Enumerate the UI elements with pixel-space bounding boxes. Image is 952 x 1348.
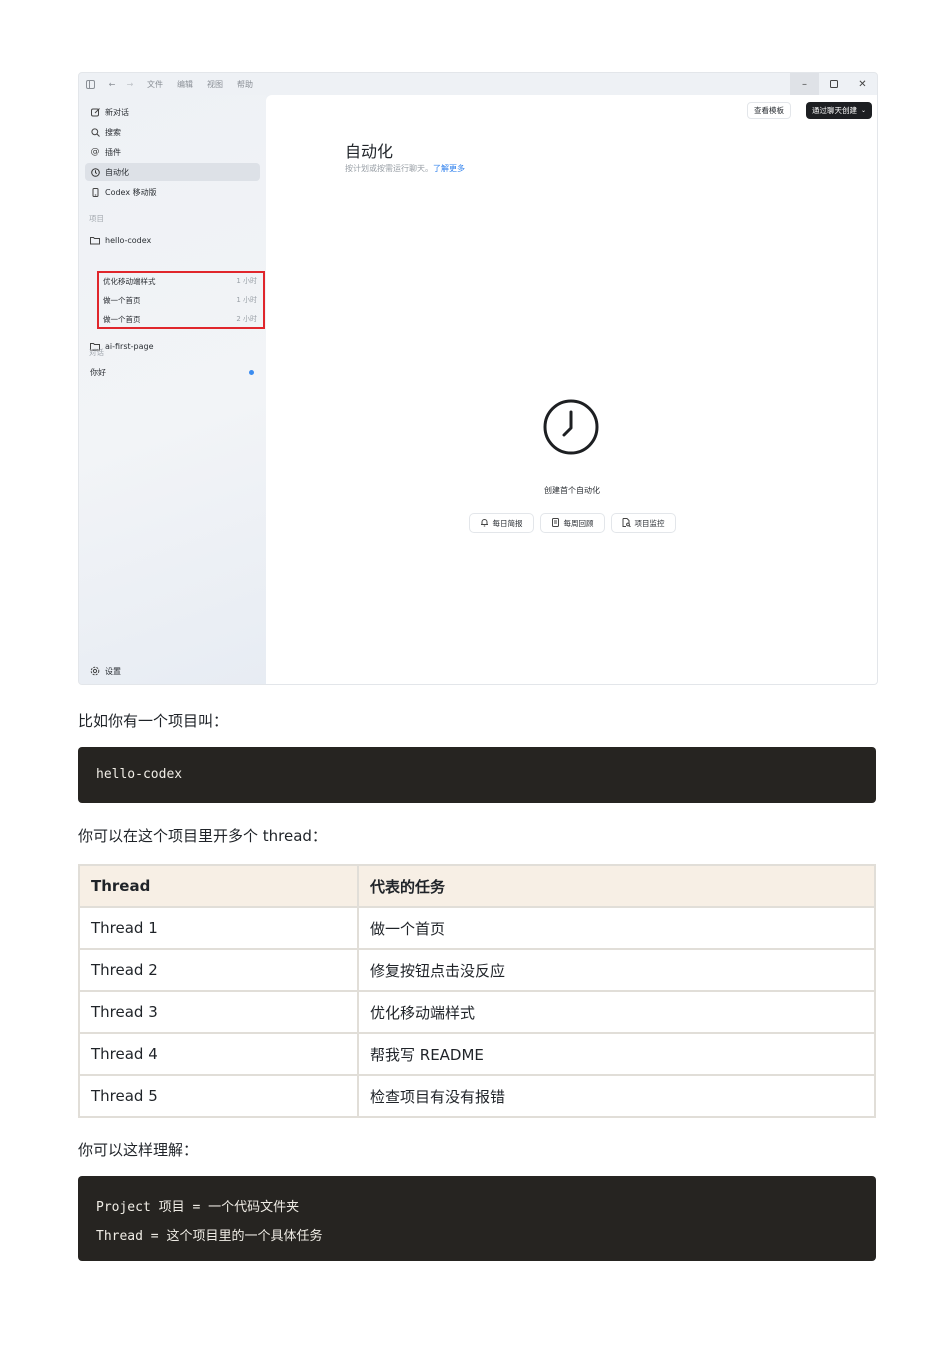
chip-daily-brief[interactable]: 每日简报 [468,513,534,533]
sidebar-item-label: 插件 [105,147,121,157]
main-panel: 查看模板 通过聊天创建 ⌄ 自动化 按计划或按需运行聊天。了解更多 创建首个自动… [266,95,877,684]
table-row: Thread 2 修复按钮点击没反应 [78,948,876,992]
chevron-down-icon: ⌄ [860,107,866,114]
table-row: Thread 3 优化移动端样式 [78,990,876,1034]
chip-weekly-review[interactable]: 每周回顾 [539,513,605,533]
chip-label: 每周回顾 [563,518,594,528]
chip-label: 每日简报 [492,518,523,528]
sidebar-item-search[interactable]: 搜索 [85,123,260,141]
page-subtitle: 按计划或按需运行聊天。了解更多 [345,163,465,174]
table-cell: 优化移动端样式 [357,990,876,1034]
chats-section-label: 对话 [89,348,104,357]
learn-more-link[interactable]: 了解更多 [433,164,465,173]
highlight-box [97,271,265,329]
table-cell: 检查项目有没有报错 [357,1074,876,1118]
sidebar-item-automation[interactable]: 自动化 [85,163,260,181]
table-cell: Thread 2 [78,948,359,992]
code-line: Thread = 这个项目里的一个具体任务 [96,1229,323,1244]
table-header-row: Thread 代表的任务 [78,864,876,908]
edit-icon [90,107,100,117]
project-label: hello-codex [105,235,152,245]
sidebar-item-new-chat[interactable]: 新对话 [85,103,260,121]
empty-state-label: 创建首个自动化 [544,486,600,495]
project-label: ai-first-page [105,341,154,351]
table-header-cell: 代表的任务 [357,864,876,908]
code-line: Project 项目 = 一个代码文件夹 [96,1200,300,1215]
clock-icon [90,167,100,177]
table-cell: Thread 1 [78,906,359,950]
sidebar-item-plugins[interactable]: @ 插件 [85,143,260,161]
unread-dot-icon [249,369,254,375]
search-icon [90,127,100,137]
table-cell: Thread 4 [78,1032,359,1076]
table-row: Thread 1 做一个首页 [78,906,876,950]
subtitle-text: 按计划或按需运行聊天。 [345,164,433,173]
document-icon [551,517,560,529]
project-ai-first-page[interactable]: ai-first-page [85,337,260,355]
forward-arrow-icon[interactable]: → [123,77,137,91]
sidebar-item-label: 新对话 [105,107,129,117]
code-block-definitions: Project 项目 = 一个代码文件夹 Thread = 这个项目里的一个具体… [78,1176,876,1261]
table-cell: 做一个首页 [357,906,876,950]
at-icon: @ [90,147,100,157]
phone-icon [90,187,100,197]
project-hello-codex[interactable]: hello-codex [85,231,260,249]
back-arrow-icon[interactable]: ← [105,77,119,91]
view-templates-button[interactable]: 查看模板 [747,102,791,119]
bell-icon [480,518,489,529]
sidebar-item-settings[interactable]: 设置 [85,662,260,680]
thread-table: Thread 代表的任务 Thread 1 做一个首页 Thread 2 修复按… [78,864,876,1118]
table-cell: Thread 3 [78,990,359,1034]
table-cell: 修复按钮点击没反应 [357,948,876,992]
paragraph-understanding: 你可以这样理解： [78,1141,199,1159]
app-screenshot: ← → 文件 编辑 视图 帮助 – ✕ 新对话 搜索 @ 插件 自动化 Code… [78,72,878,685]
close-button[interactable]: ✕ [848,73,877,95]
paragraph-intro: 比如你有一个项目叫： [78,712,229,730]
code-line: hello-codex [96,767,183,782]
create-via-chat-button[interactable]: 通过聊天创建 ⌄ [805,102,872,119]
suggestion-chips: 每日简报 每周回顾 项目监控 [266,513,877,533]
menu-help[interactable]: 帮助 [237,79,253,90]
sidebar-item-label: 搜索 [105,127,121,137]
menu-edit[interactable]: 编辑 [177,79,193,90]
chat-title: 你好 [90,367,106,377]
table-cell: 帮我写 README [357,1032,876,1076]
chip-label: 项目监控 [634,518,665,528]
title-bar: ← → 文件 编辑 视图 帮助 – ✕ [79,73,877,95]
gear-icon [90,666,100,676]
file-search-icon [622,517,631,529]
sidebar-item-label: 自动化 [105,167,129,177]
sidebar-item-label: Codex 移动版 [105,187,157,197]
chat-item[interactable]: 你好 [85,363,260,381]
maximize-button[interactable] [819,73,848,95]
paragraph-threads: 你可以在这个项目里开多个 thread： [78,827,327,845]
sidebar-item-codex-mobile[interactable]: Codex 移动版 [85,183,260,201]
menu-view[interactable]: 视图 [207,79,223,90]
folder-icon [90,235,100,245]
code-block-project: hello-codex [78,747,876,803]
sidebar-item-label: 设置 [105,666,121,676]
minimize-button[interactable]: – [790,73,819,95]
clock-icon [543,399,599,455]
sidebar-toggle-icon[interactable] [83,77,97,91]
page-title: 自动化 [345,142,394,161]
table-row: Thread 4 帮我写 README [78,1032,876,1076]
table-row: Thread 5 检查项目有没有报错 [78,1074,876,1118]
table-cell: Thread 5 [78,1074,359,1118]
chip-project-monitor[interactable]: 项目监控 [610,513,676,533]
create-via-chat-label: 通过聊天创建 [811,106,857,115]
sidebar: 新对话 搜索 @ 插件 自动化 Codex 移动版 项目 hello-codex… [79,95,266,684]
menu-file[interactable]: 文件 [147,79,163,90]
projects-section-label: 项目 [89,214,104,223]
table-header-cell: Thread [78,864,359,908]
